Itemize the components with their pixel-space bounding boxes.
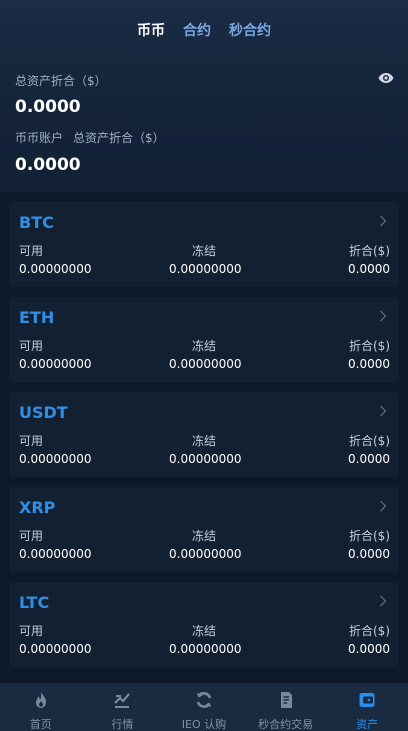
chevron-right-icon (380, 405, 387, 417)
coin-name: USDT (19, 403, 68, 422)
nav-label: IEO 认购 (181, 718, 227, 731)
asset-list: BTC 可用 冻结 折合($) 0.00000000 0.00000000 0.… (0, 202, 408, 677)
available-value: 0.00000000 (19, 642, 92, 656)
coin-name: XRP (19, 498, 56, 517)
available-label: 可用 (19, 434, 44, 448)
bottom-nav: 首页 行情 IEO 认购 秒合约交易 资产 (0, 683, 408, 731)
account-tabs: 币币 合约 秒合约 (0, 20, 408, 40)
account-summary-row: 币币账户 总资产折合（$） (15, 129, 165, 146)
total-assets-label: 总资产折合（$） (15, 74, 107, 88)
frozen-value: 0.00000000 (169, 357, 242, 371)
available-label: 可用 (19, 339, 44, 353)
flame-icon (35, 691, 46, 708)
tab-contract[interactable]: 合约 (183, 20, 211, 40)
nav-label: 资产 (356, 718, 379, 731)
asset-card-ltc[interactable]: LTC 可用 冻结 折合($) 0.00000000 0.00000000 0.… (9, 582, 399, 667)
account-total-label: 总资产折合（$） (73, 131, 165, 145)
asset-card-eth[interactable]: ETH 可用 冻结 折合($) 0.00000000 0.00000000 0.… (9, 297, 399, 382)
asset-card-xrp[interactable]: XRP 可用 冻结 折合($) 0.00000000 0.00000000 0.… (9, 487, 399, 572)
available-value: 0.00000000 (19, 262, 92, 276)
frozen-label: 冻结 (191, 529, 216, 543)
converted-value: 0.0000 (348, 357, 390, 371)
asset-card-btc[interactable]: BTC 可用 冻结 折合($) 0.00000000 0.00000000 0.… (9, 202, 399, 287)
nav-market[interactable]: 行情 (82, 683, 164, 731)
spot-account-label: 币币账户 (15, 131, 64, 145)
assets-page: 币币 合约 秒合约 总资产折合（$） 0.0000 币币账户 总资产折合（$） 0… (0, 0, 408, 731)
available-label: 可用 (19, 244, 44, 258)
document-icon (280, 692, 292, 708)
frozen-label: 冻结 (191, 624, 216, 638)
available-label: 可用 (19, 624, 44, 638)
available-value: 0.00000000 (19, 547, 92, 561)
available-value: 0.00000000 (19, 452, 92, 466)
frozen-label: 冻结 (191, 434, 216, 448)
converted-label: 折合($) (349, 244, 390, 258)
frozen-label: 冻结 (191, 244, 216, 258)
converted-label: 折合($) (349, 434, 390, 448)
frozen-value: 0.00000000 (169, 547, 242, 561)
nav-label: 行情 (111, 718, 134, 731)
chevron-right-icon (380, 310, 387, 322)
market-icon (114, 693, 131, 708)
tab-second-contract[interactable]: 秒合约 (229, 20, 271, 40)
chevron-right-icon (380, 595, 387, 607)
account-total-value: 0.0000 (15, 155, 81, 175)
total-assets-value: 0.0000 (15, 97, 81, 117)
converted-value: 0.0000 (348, 547, 390, 561)
converted-label: 折合($) (349, 624, 390, 638)
refresh-icon (196, 692, 212, 708)
nav-ieo[interactable]: IEO 认购 (163, 683, 245, 731)
asset-card-usdt[interactable]: USDT 可用 冻结 折合($) 0.00000000 0.00000000 0… (9, 392, 399, 477)
converted-value: 0.0000 (348, 262, 390, 276)
frozen-label: 冻结 (191, 339, 216, 353)
frozen-value: 0.00000000 (169, 642, 242, 656)
asset-header: 币币 合约 秒合约 总资产折合（$） 0.0000 币币账户 总资产折合（$） 0… (0, 0, 408, 192)
eye-icon[interactable] (378, 72, 394, 84)
tab-spot[interactable]: 币币 (137, 20, 165, 40)
nav-label: 首页 (29, 718, 52, 731)
nav-assets[interactable]: 资产 (326, 683, 408, 731)
wallet-icon (359, 693, 375, 707)
coin-name: ETH (19, 308, 55, 327)
available-label: 可用 (19, 529, 44, 543)
converted-label: 折合($) (349, 339, 390, 353)
converted-value: 0.0000 (348, 642, 390, 656)
available-value: 0.00000000 (19, 357, 92, 371)
chevron-right-icon (380, 215, 387, 227)
converted-label: 折合($) (349, 529, 390, 543)
nav-second-contract[interactable]: 秒合约交易 (245, 683, 327, 731)
nav-label: 秒合约交易 (258, 718, 314, 731)
chevron-right-icon (380, 500, 387, 512)
nav-home[interactable]: 首页 (0, 683, 82, 731)
frozen-value: 0.00000000 (169, 452, 242, 466)
converted-value: 0.0000 (348, 452, 390, 466)
coin-name: LTC (19, 593, 50, 612)
frozen-value: 0.00000000 (169, 262, 242, 276)
coin-name: BTC (19, 213, 54, 232)
